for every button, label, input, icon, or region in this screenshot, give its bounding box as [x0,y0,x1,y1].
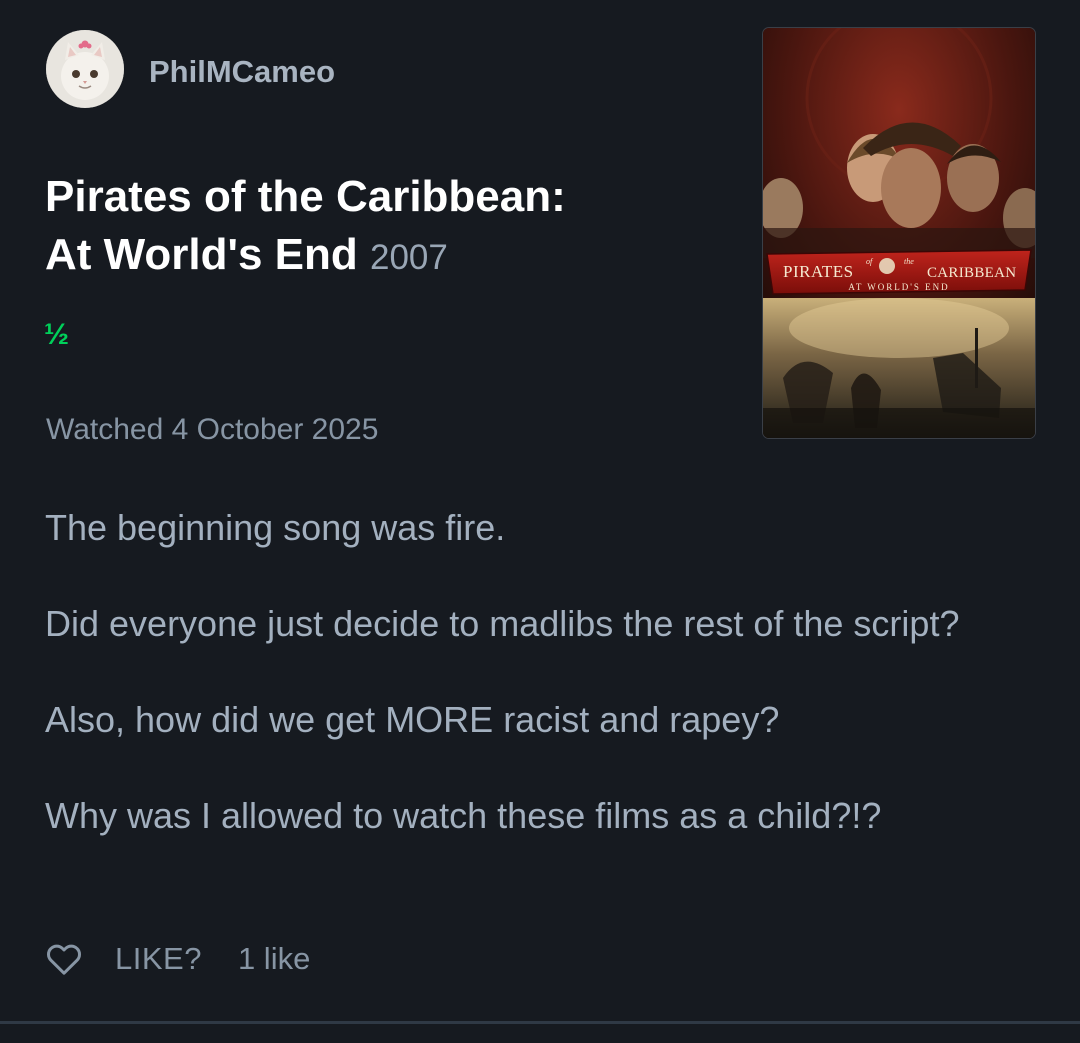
like-count[interactable]: 1 like [238,941,310,977]
poster-title-right: CARIBBEAN [927,265,1016,281]
review-paragraph: The beginning song was fire. [45,507,506,548]
reviewer-username[interactable]: PhilMCameo [149,54,335,90]
film-title[interactable]: Pirates of the Caribbean: At World's End… [45,168,725,287]
review-paragraph: Did everyone just decide to madlibs the … [45,603,960,644]
film-title-line2: At World's End [45,230,358,279]
star-rating: ½ [44,318,70,351]
film-poster[interactable]: PIRATES of the CARIBBEAN AT WORLD'S END [762,27,1036,439]
poster-artwork: PIRATES of the CARIBBEAN AT WORLD'S END [763,28,1035,438]
film-year[interactable]: 2007 [370,238,448,277]
review-body: The beginning song was fire. Did everyon… [45,500,1035,884]
film-title-line1: Pirates of the Caribbean: [45,172,566,221]
heart-outline-icon[interactable] [44,939,84,979]
review-paragraph: Why was I allowed to watch these films a… [45,795,882,836]
poster-subtitle: AT WORLD'S END [848,282,949,292]
review-footer: LIKE? 1 like [44,937,310,981]
review-paragraph: Also, how did we get MORE racist and rap… [45,699,780,740]
reviewer-avatar[interactable] [46,30,124,108]
like-button[interactable]: LIKE? [115,941,202,977]
cat-avatar-icon [46,30,124,108]
poster-title-the: the [904,257,914,266]
poster-title-left: PIRATES [783,262,854,281]
watched-date: Watched 4 October 2025 [46,413,379,446]
bottom-divider [0,1021,1080,1024]
